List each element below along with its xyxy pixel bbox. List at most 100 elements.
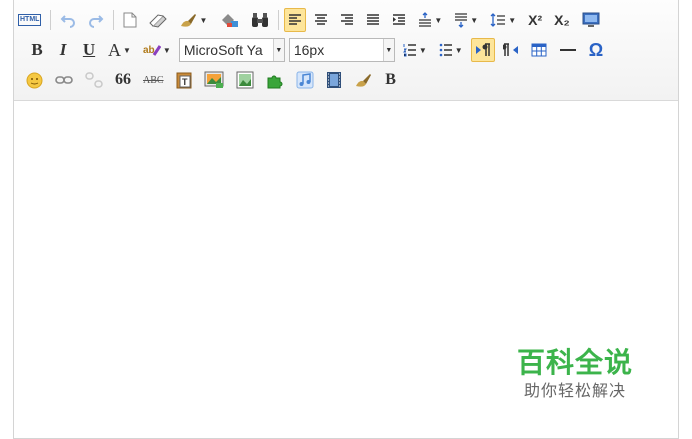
chevron-down-icon: ▼ [123,45,131,55]
indent-button[interactable] [388,8,410,32]
indent-icon [393,14,406,25]
new-document-button[interactable] [119,8,141,32]
background-color-button[interactable] [215,8,243,32]
font-size-value: 16px [293,42,325,58]
smiley-icon [26,72,43,88]
unlink-icon [85,72,103,88]
font-family-value: MicroSoft Ya [183,42,263,58]
paint-bucket-icon [222,14,239,27]
toolbar-separator [50,10,52,30]
insert-multi-image-button[interactable] [232,68,258,92]
unlink-button[interactable] [81,68,107,92]
chevron-down-icon: ▼ [162,45,171,55]
svg-text:T: T [182,77,188,87]
clear-format-button[interactable] [145,8,171,32]
rtl-icon [502,43,518,56]
redo-button[interactable] [84,8,108,32]
paragraph-spacing-bottom-button[interactable]: ▼ [450,8,482,32]
chevron-down-icon: ▼ [272,39,284,61]
document-icon [123,12,137,28]
music-note-icon [296,71,314,89]
eraser-icon [149,14,168,28]
bold-button[interactable]: B [26,38,48,62]
image-icon [204,71,224,88]
chevron-down-icon: ▼ [434,15,443,25]
insert-plugin-button[interactable] [262,68,288,92]
table-icon [531,43,547,57]
editor-toolbar: HTML ▼ ▼ ▼ ▼ X² X₂ B I U A ▼ ab ▼ MicroS… [14,0,678,101]
watermark-subtitle: 助你轻松解决 [523,383,626,400]
html-icon: HTML [18,14,42,26]
strikethrough-button[interactable]: ABC [139,68,168,92]
justify-button[interactable] [362,8,384,32]
watermark-logo: 百科全说 助你轻松解决 [505,345,645,403]
toolbar-separator [278,10,280,30]
italic-button[interactable]: I [52,38,74,62]
link-icon [55,76,73,84]
clipboard-icon: T [176,72,192,89]
subscript-button[interactable]: X₂ [550,8,574,32]
chevron-down-icon: ▼ [454,45,463,55]
ordered-list-icon [402,44,416,57]
format-painter-button[interactable]: ▼ [175,8,211,32]
format-b-button[interactable]: B [380,68,402,92]
brush-icon [181,14,197,27]
align-right-button[interactable] [336,8,358,32]
insert-music-button[interactable] [292,68,318,92]
unordered-list-icon [439,43,452,57]
highlighter-icon: ab [143,45,161,56]
horizontal-rule-button[interactable] [555,38,581,62]
paste-plain-text-button[interactable]: T [172,68,196,92]
toolbar-row-2: B I U A ▼ ab ▼ MicroSoft Ya ▼ 16px ▼ ▼ ▼… [14,37,611,63]
special-chars-button[interactable]: Ω [585,38,607,62]
preview-button[interactable] [578,8,604,32]
rtl-direction-button[interactable] [499,38,523,62]
line-height-icon [490,13,506,27]
insert-image-button[interactable] [200,68,228,92]
toolbar-row-1: HTML ▼ ▼ ▼ ▼ X² X₂ [14,7,608,33]
align-justify-icon [367,14,380,25]
puzzle-icon [267,75,283,89]
align-left-button[interactable] [284,8,307,32]
highlight-color-button[interactable]: ab ▼ [139,38,175,62]
toolbar-row-3: 66 ABC T B [14,67,406,93]
chevron-down-icon: ▼ [199,15,208,25]
svg-text:ab: ab [143,45,155,56]
align-left-icon [289,14,302,25]
chevron-down-icon: ▼ [470,15,479,25]
paragraph-spacing-top-button[interactable]: ▼ [414,8,446,32]
font-size-select[interactable]: 16px ▼ [288,38,395,62]
insert-table-button[interactable] [527,38,551,62]
align-center-button[interactable] [310,8,332,32]
undo-icon [61,15,76,28]
blockquote-button[interactable]: 66 [111,68,135,92]
brush-icon [355,74,371,87]
line-height-button[interactable]: ▼ [486,8,520,32]
binoculars-icon [252,13,269,27]
watermark-title: 百科全说 [516,347,633,378]
ltr-icon [475,43,490,56]
gallery-icon [236,71,254,89]
insert-video-button[interactable] [322,68,346,92]
auto-format-button[interactable] [350,68,376,92]
html-source-button[interactable]: HTML [14,8,45,32]
search-replace-button[interactable] [247,8,273,32]
horizontal-line-icon [559,49,576,51]
chevron-down-icon: ▼ [508,15,517,25]
underline-button[interactable]: U [78,38,100,62]
font-color-button[interactable]: A ▼ [104,38,135,62]
font-family-select[interactable]: MicroSoft Ya ▼ [178,38,285,62]
align-right-icon [341,14,354,25]
superscript-button[interactable]: X² [524,8,546,32]
ordered-list-button[interactable]: ▼ [399,38,431,62]
spacing-top-icon [419,12,432,27]
unordered-list-button[interactable]: ▼ [435,38,467,62]
undo-button[interactable] [56,8,80,32]
chevron-down-icon: ▼ [418,45,427,55]
emoticon-button[interactable] [22,68,47,92]
film-icon [326,72,341,88]
monitor-icon [582,12,600,27]
ltr-direction-button[interactable] [470,38,495,62]
font-color-icon: A [108,39,121,60]
insert-link-button[interactable] [51,68,77,92]
